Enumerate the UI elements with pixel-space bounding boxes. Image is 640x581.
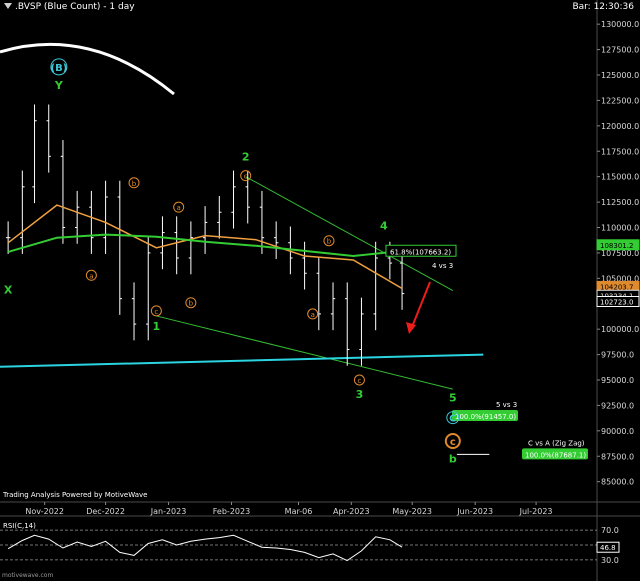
- y-tick-label: 122500.0: [601, 96, 639, 105]
- x-tick-label: Dec-2022: [86, 507, 125, 516]
- y-tick-label: 95000.0: [601, 376, 634, 385]
- y-tick-label: 125000.0: [601, 71, 639, 80]
- wave-label: a: [177, 204, 181, 212]
- wave-label: a: [311, 311, 315, 319]
- wave-label: b: [327, 238, 332, 246]
- y-tick-label: 87500.0: [601, 452, 634, 461]
- rsi-tick-label: 70.0: [601, 526, 619, 535]
- y-tick-label: 100000.0: [601, 325, 639, 334]
- rsi-title: RSI(C,14): [3, 522, 36, 530]
- wave-label: a: [89, 272, 93, 280]
- price-tag: 108301.2: [600, 242, 633, 250]
- wave-label: c: [154, 308, 158, 316]
- wave-label: Y: [54, 79, 64, 92]
- chart-title-text: .BVSP (Blue Count) - 1 day: [15, 2, 135, 12]
- rsi-value-tag: 46.8: [600, 544, 616, 552]
- x-tick-label: May-2023: [392, 507, 432, 516]
- red-arrow-head: [406, 322, 416, 334]
- x-tick-label: Feb-2023: [213, 507, 250, 516]
- wave-label: (B): [51, 63, 68, 74]
- x-tick-label: Nov-2022: [25, 507, 64, 516]
- bar-time: Bar: 12:30:36: [572, 2, 634, 12]
- y-tick-label: 117500.0: [601, 147, 639, 156]
- x-tick-label: Jun-2023: [456, 507, 493, 516]
- y-tick-label: 112500.0: [601, 198, 639, 207]
- wave-label: b: [449, 452, 457, 465]
- y-tick-label: 120000.0: [601, 122, 639, 131]
- wave-label: C: [449, 414, 456, 425]
- x-tick-label: Mar-06: [285, 507, 313, 516]
- trendline-support: [0, 353, 484, 368]
- fib-label: 61.8%(107663.2): [390, 248, 451, 256]
- rsi-line: [7, 534, 403, 562]
- trendline-channel-upper: [245, 176, 454, 291]
- price-chart[interactable]: 130000.0 127500.0 125000.0 122500.0 120000.0…: [0, 0, 640, 581]
- x-tick-label: Jan-2023: [150, 507, 187, 516]
- red-arrow-shaft: [411, 281, 431, 328]
- wave-label: 5: [449, 391, 457, 404]
- x-tick-label: Apr-2023: [333, 507, 370, 516]
- wave-label: c: [450, 437, 456, 448]
- chart-title[interactable]: .BVSP (Blue Count) - 1 day: [4, 2, 135, 12]
- wave-label: 1: [153, 320, 161, 333]
- wave-label: c: [357, 377, 361, 385]
- wave-label: b: [189, 300, 194, 308]
- waveC-target: 100.0%(87687.1): [525, 451, 586, 459]
- wave5-note: 5 vs 3: [496, 401, 517, 409]
- y-tick-label: 130000.0: [601, 20, 639, 29]
- y-tick-label: 90000.0: [601, 427, 634, 436]
- y-tick-label: 127500.0: [601, 46, 639, 55]
- price-tag: 102723.0: [600, 298, 633, 306]
- y-tick-label: 97500.0: [601, 351, 634, 360]
- wave-label: 2: [242, 150, 250, 163]
- chevron-down-icon[interactable]: [4, 3, 12, 9]
- footer-brand: motivewave.com: [2, 572, 54, 579]
- y-tick-label: 92500.0: [601, 401, 634, 410]
- y-tick-label: 85000.0: [601, 478, 634, 487]
- wave-label: X: [4, 284, 13, 297]
- y-tick-label: 115000.0: [601, 173, 639, 182]
- wave4-note: 4 vs 3: [432, 262, 453, 270]
- arc-decoration: [0, 42, 175, 96]
- wave-label: 3: [356, 388, 364, 401]
- y-tick-label: 110000.0: [601, 224, 639, 233]
- wave-label: 4: [380, 219, 388, 232]
- wave-label: b: [132, 180, 137, 188]
- wave5-target: 100.0%(91457.0): [455, 413, 516, 421]
- credit-text: Trading Analysis Powered by MotiveWave: [2, 491, 147, 499]
- wave-label: c: [244, 173, 248, 181]
- waveC-note: C vs A (Zig Zag): [528, 439, 585, 447]
- x-tick-label: Jul-2023: [519, 507, 553, 516]
- rsi-tick-label: 30.0: [601, 556, 619, 565]
